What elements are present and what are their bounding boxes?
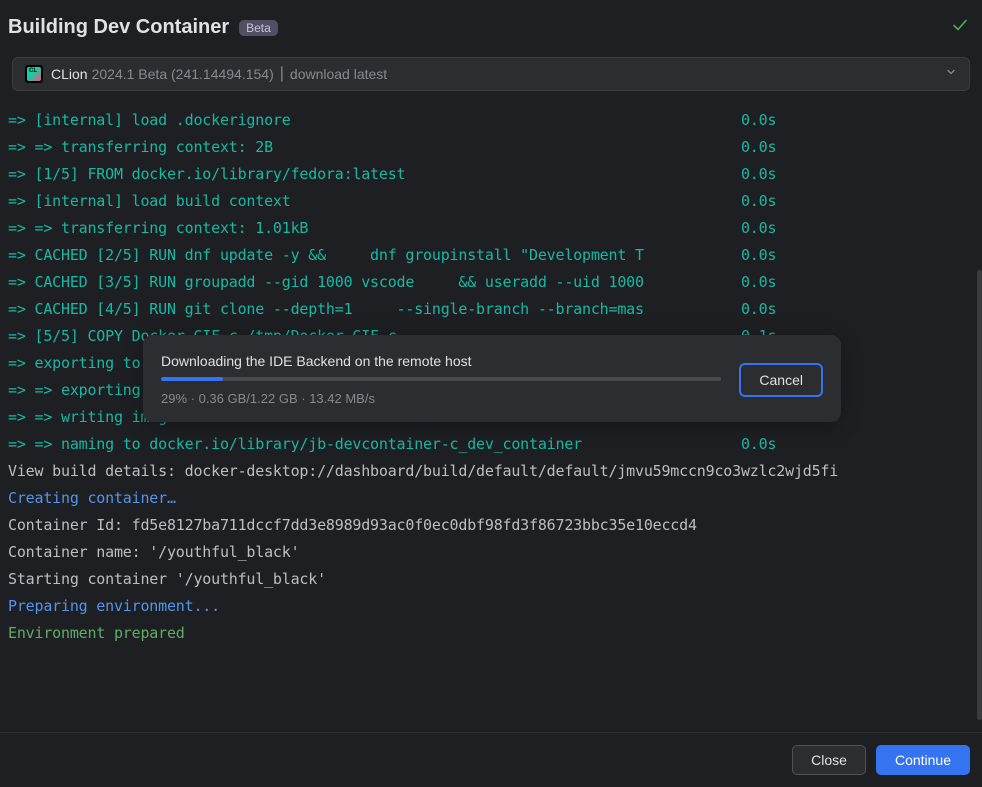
check-icon — [952, 17, 968, 38]
log-line: => => transferring context: 1.01kB 0.0s — [8, 215, 972, 242]
log-line: => [internal] load build context 0.0s — [8, 188, 972, 215]
log-line: => [1/5] FROM docker.io/library/fedora:l… — [8, 161, 972, 188]
progress-bar — [161, 377, 721, 381]
progress-title: Downloading the IDE Backend on the remot… — [161, 353, 721, 369]
ide-backend-select[interactable]: CL CLion 2024.1 Beta (241.14494.154) | d… — [12, 57, 970, 91]
clion-icon: CL — [25, 65, 43, 83]
log-line: => [internal] load .dockerignore 0.0s — [8, 107, 972, 134]
download-progress-dialog: Downloading the IDE Backend on the remot… — [143, 335, 841, 422]
download-latest-link[interactable]: download latest — [290, 66, 387, 82]
ide-version: 2024.1 Beta (241.14494.154) — [92, 66, 274, 82]
progress-stats: 29% · 0.36 GB/1.22 GB · 13.42 MB/s — [161, 391, 721, 406]
dialog-header: Building Dev Container Beta — [0, 0, 982, 47]
log-line: => CACHED [4/5] RUN git clone --depth=1 … — [8, 296, 972, 323]
close-button[interactable]: Close — [792, 745, 866, 775]
progress-bar-fill — [161, 377, 223, 381]
log-line: => => naming to docker.io/library/jb-dev… — [8, 431, 972, 458]
scrollbar[interactable] — [977, 270, 982, 720]
log-line: Starting container '/youthful_black' — [8, 566, 972, 593]
log-line: Environment prepared — [8, 620, 972, 647]
log-line: Container name: '/youthful_black' — [8, 539, 972, 566]
dialog-title: Building Dev Container — [8, 16, 229, 39]
chevron-down-icon — [945, 65, 957, 83]
log-line: Preparing environment... — [8, 593, 972, 620]
log-line: => CACHED [3/5] RUN groupadd --gid 1000 … — [8, 269, 972, 296]
cancel-button[interactable]: Cancel — [739, 363, 823, 397]
ide-name: CLion — [51, 66, 88, 82]
log-line: => CACHED [2/5] RUN dnf update -y && dnf… — [8, 242, 972, 269]
dialog-footer: Close Continue — [0, 732, 982, 787]
continue-button[interactable]: Continue — [876, 745, 970, 775]
beta-badge: Beta — [239, 20, 278, 36]
log-line: View build details: docker-desktop://das… — [8, 458, 972, 485]
log-line: Container Id: fd5e8127ba711dccf7dd3e8989… — [8, 512, 972, 539]
log-line: Creating container… — [8, 485, 972, 512]
log-line: => => transferring context: 2B 0.0s — [8, 134, 972, 161]
